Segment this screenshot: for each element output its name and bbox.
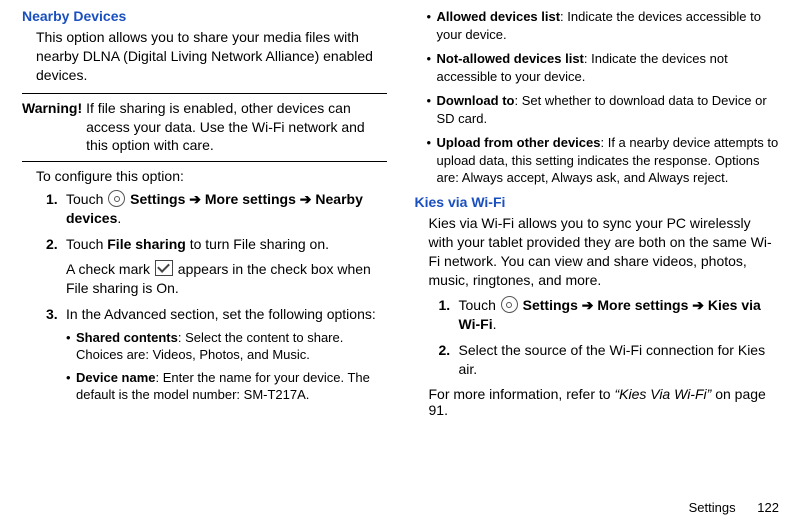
step-punct: . bbox=[493, 316, 497, 332]
opt-label: Allowed devices list bbox=[437, 9, 561, 24]
step-text: Touch bbox=[459, 297, 500, 313]
step-text: Touch bbox=[66, 191, 107, 207]
page-container: Nearby Devices This option allows you to… bbox=[0, 0, 801, 418]
warning-block: Warning! If file sharing is enabled, oth… bbox=[22, 99, 387, 156]
sub-device-name: Device name: Enter the name for your dev… bbox=[66, 369, 387, 404]
cross-reference: For more information, refer to “Kies Via… bbox=[429, 386, 780, 418]
heading-kies: Kies via Wi-Fi bbox=[415, 194, 780, 210]
kies-step-2: 2. Select the source of the Wi-Fi connec… bbox=[439, 341, 780, 379]
opt-label: Shared contents bbox=[76, 330, 178, 345]
numbered-steps: 1. Touch Settings ➔ More settings ➔ Near… bbox=[46, 190, 387, 404]
step-text: Touch bbox=[66, 236, 107, 252]
divider bbox=[22, 93, 387, 94]
warning-text: If file sharing is enabled, other device… bbox=[86, 99, 386, 156]
step-punct: . bbox=[117, 210, 121, 226]
opt-label: Not-allowed devices list bbox=[437, 51, 584, 66]
settings-icon bbox=[108, 190, 125, 207]
step-text: In the Advanced section, set the followi… bbox=[66, 306, 376, 322]
footer-page: 122 bbox=[757, 500, 779, 515]
kies-steps: 1. Touch Settings ➔ More settings ➔ Kies… bbox=[439, 296, 780, 379]
right-column: Allowed devices list: Indicate the devic… bbox=[415, 8, 780, 418]
page-footer: Settings 122 bbox=[689, 500, 779, 515]
step-number: 1. bbox=[46, 190, 58, 209]
checkmark-note: A check mark appears in the check box wh… bbox=[66, 260, 387, 298]
opt-label: Device name bbox=[76, 370, 156, 385]
step-number: 3. bbox=[46, 305, 58, 324]
sub-shared-contents: Shared contents: Select the content to s… bbox=[66, 329, 387, 364]
settings-icon bbox=[501, 296, 518, 313]
step-number: 1. bbox=[439, 296, 451, 315]
ref-quote: “Kies Via Wi-Fi” bbox=[614, 386, 711, 402]
configure-intro: To configure this option: bbox=[36, 168, 387, 184]
divider bbox=[22, 161, 387, 162]
checkmark-note-a: A check mark bbox=[66, 261, 154, 277]
opt-upload: Upload from other devices: If a nearby d… bbox=[415, 134, 780, 187]
heading-nearby-devices: Nearby Devices bbox=[22, 8, 387, 24]
kies-body: Kies via Wi-Fi allows you to sync your P… bbox=[429, 214, 780, 290]
ref-a: For more information, refer to bbox=[429, 386, 615, 402]
sub-options: Shared contents: Select the content to s… bbox=[66, 329, 387, 404]
left-column: Nearby Devices This option allows you to… bbox=[22, 8, 387, 418]
kies-step-1: 1. Touch Settings ➔ More settings ➔ Kies… bbox=[439, 296, 780, 334]
step-3: 3. In the Advanced section, set the foll… bbox=[46, 305, 387, 404]
step-1: 1. Touch Settings ➔ More settings ➔ Near… bbox=[46, 190, 387, 228]
checkbox-checked-icon bbox=[155, 260, 173, 276]
warning-label: Warning! bbox=[22, 99, 82, 156]
file-sharing-bold: File sharing bbox=[107, 236, 186, 252]
opt-label: Download to bbox=[437, 93, 515, 108]
step-number: 2. bbox=[439, 341, 451, 360]
footer-section: Settings bbox=[689, 500, 736, 515]
nearby-intro: This option allows you to share your med… bbox=[36, 28, 387, 85]
opt-not-allowed: Not-allowed devices list: Indicate the d… bbox=[415, 50, 780, 85]
opt-download-to: Download to: Set whether to download dat… bbox=[415, 92, 780, 127]
opt-allowed: Allowed devices list: Indicate the devic… bbox=[415, 8, 780, 43]
step-text: Select the source of the Wi-Fi connectio… bbox=[459, 342, 766, 377]
continued-options: Allowed devices list: Indicate the devic… bbox=[415, 8, 780, 187]
step-text: to turn File sharing on. bbox=[186, 236, 329, 252]
opt-label: Upload from other devices bbox=[437, 135, 601, 150]
step-2: 2. Touch File sharing to turn File shari… bbox=[46, 235, 387, 298]
step-number: 2. bbox=[46, 235, 58, 254]
